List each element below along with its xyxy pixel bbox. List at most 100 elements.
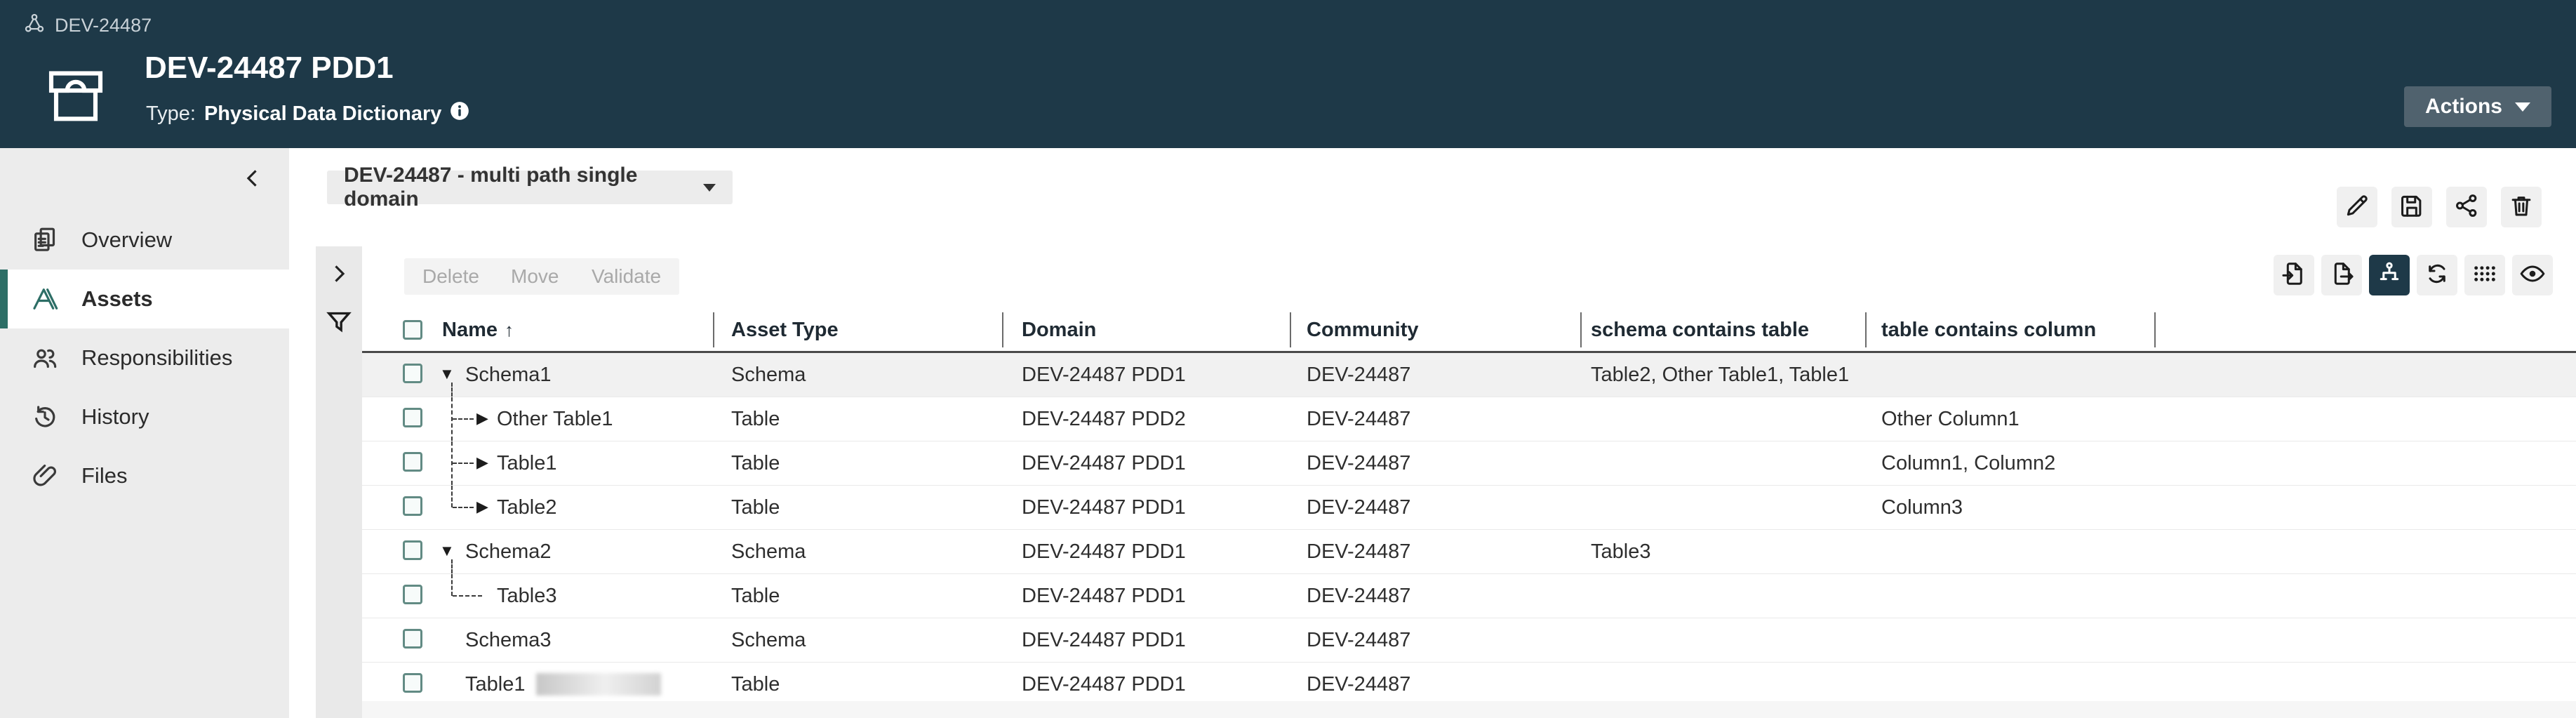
sidebar-item-files[interactable]: Files bbox=[0, 446, 289, 505]
table-row[interactable]: Table1 Table DEV-24487 PDD1 DEV-24487 bbox=[362, 663, 2576, 707]
row-checkbox[interactable] bbox=[403, 452, 422, 472]
column-label: Community bbox=[1307, 319, 1419, 341]
row-checkbox[interactable] bbox=[403, 364, 422, 383]
collapse-icon[interactable]: ▼ bbox=[439, 365, 455, 383]
view-selector[interactable]: DEV-24487 - multi path single domain bbox=[327, 171, 733, 204]
row-checkbox[interactable] bbox=[403, 585, 422, 604]
column-separator[interactable] bbox=[1865, 312, 1867, 347]
cell-community: DEV-24487 bbox=[1307, 673, 1410, 696]
filter-icon[interactable] bbox=[325, 308, 353, 340]
cell-asset_type: Table bbox=[731, 585, 780, 608]
expand-panel-icon[interactable] bbox=[326, 262, 350, 289]
type-value: Physical Data Dictionary bbox=[204, 102, 441, 126]
info-icon[interactable] bbox=[450, 101, 469, 126]
column-separator[interactable] bbox=[1580, 312, 1582, 347]
move-button[interactable]: Move bbox=[493, 258, 577, 295]
table-row[interactable]: Schema3SchemaDEV-24487 PDD1DEV-24487 bbox=[362, 618, 2576, 663]
sidebar-item-assets[interactable]: Assets bbox=[0, 270, 289, 328]
column-separator[interactable] bbox=[1002, 312, 1003, 347]
cell-name[interactable]: Schema2 bbox=[465, 540, 552, 564]
asset-name: Table2 bbox=[497, 496, 556, 519]
refresh-button[interactable] bbox=[2417, 255, 2457, 295]
row-checkbox[interactable] bbox=[403, 408, 422, 427]
page-title: DEV-24487 PDD1 bbox=[145, 51, 394, 86]
cell-community: DEV-24487 bbox=[1307, 496, 1410, 519]
tree-connector bbox=[453, 418, 474, 420]
column-separator[interactable] bbox=[2154, 312, 2156, 347]
cell-asset_type: Table bbox=[731, 496, 780, 519]
cell-domain: DEV-24487 PDD1 bbox=[1022, 496, 1186, 519]
cell-name[interactable]: Table1 bbox=[497, 452, 556, 475]
row-checkbox[interactable] bbox=[403, 629, 422, 649]
chevron-down-icon bbox=[703, 184, 716, 192]
cell-value: DEV-24487 bbox=[1307, 629, 1410, 651]
table-row[interactable]: ▼Schema1SchemaDEV-24487 PDD1DEV-24487Tab… bbox=[362, 353, 2576, 397]
actions-label: Actions bbox=[2425, 95, 2502, 119]
cell-name[interactable]: Other Table1 bbox=[497, 408, 613, 431]
cell-value: DEV-24487 PDD1 bbox=[1022, 364, 1186, 386]
cell-asset_type: Schema bbox=[731, 540, 806, 564]
save-button[interactable] bbox=[2391, 187, 2432, 227]
cell-name[interactable]: Schema1 bbox=[465, 364, 552, 387]
cell-community: DEV-24487 bbox=[1307, 585, 1410, 608]
column-header-schema_contains_table[interactable]: schema contains table bbox=[1591, 319, 1809, 342]
column-header-name[interactable]: Name↑ bbox=[442, 319, 514, 342]
asset-name: Other Table1 bbox=[497, 408, 613, 430]
column-separator[interactable] bbox=[1290, 312, 1291, 347]
eye-button[interactable] bbox=[2512, 255, 2553, 295]
column-header-domain[interactable]: Domain bbox=[1022, 319, 1096, 342]
table-row[interactable]: ▼Schema2SchemaDEV-24487 PDD1DEV-24487Tab… bbox=[362, 530, 2576, 574]
cell-table_contains_column: Column3 bbox=[1881, 496, 1963, 519]
column-separator[interactable] bbox=[713, 312, 714, 347]
edit-button[interactable] bbox=[2337, 187, 2377, 227]
export-button[interactable] bbox=[2321, 255, 2362, 295]
cell-value: Schema bbox=[731, 629, 806, 651]
column-header-asset_type[interactable]: Asset Type bbox=[731, 319, 839, 342]
people-icon bbox=[29, 344, 60, 372]
sidebar-collapse-icon[interactable] bbox=[241, 166, 265, 194]
grid-button[interactable] bbox=[2464, 255, 2505, 295]
actions-button[interactable]: Actions bbox=[2404, 86, 2551, 127]
table-row[interactable]: ▶Other Table1TableDEV-24487 PDD2DEV-2448… bbox=[362, 397, 2576, 441]
column-header-table_contains_column[interactable]: table contains column bbox=[1881, 319, 2096, 342]
column-label: Asset Type bbox=[731, 319, 839, 341]
row-checkbox[interactable] bbox=[403, 496, 422, 516]
sidebar-item-history[interactable]: History bbox=[0, 387, 289, 446]
cell-value: Table bbox=[731, 673, 780, 696]
cell-asset_type: Table bbox=[731, 452, 780, 475]
hierarchy-button[interactable] bbox=[2369, 255, 2410, 295]
cell-value: DEV-24487 bbox=[1307, 408, 1410, 430]
cell-name[interactable]: Table2 bbox=[497, 496, 556, 519]
validate-button[interactable]: Validate bbox=[573, 258, 679, 295]
select-all-checkbox[interactable] bbox=[403, 320, 422, 340]
data-dictionary-icon bbox=[46, 66, 105, 128]
delete-button[interactable] bbox=[2501, 187, 2542, 227]
refresh-icon bbox=[2424, 260, 2450, 291]
sort-asc-icon: ↑ bbox=[505, 319, 514, 340]
relation-arrow-icon: ▶ bbox=[476, 453, 488, 472]
column-header-community[interactable]: Community bbox=[1307, 319, 1419, 342]
community-icon bbox=[24, 13, 45, 39]
cell-value: Table bbox=[731, 496, 780, 519]
cell-value: Table3 bbox=[1591, 540, 1650, 563]
collapse-icon[interactable]: ▼ bbox=[439, 542, 455, 560]
table-row[interactable]: ▶Table2TableDEV-24487 PDD1DEV-24487Colum… bbox=[362, 486, 2576, 530]
table-row[interactable]: ▶Table1TableDEV-24487 PDD1DEV-24487Colum… bbox=[362, 441, 2576, 486]
cell-name[interactable]: Table1 bbox=[465, 673, 661, 696]
cell-name[interactable]: Schema3 bbox=[465, 629, 552, 652]
redacted-text bbox=[536, 673, 661, 696]
delete-button[interactable]: Delete bbox=[404, 258, 498, 295]
import-button[interactable] bbox=[2274, 255, 2314, 295]
share-button[interactable] bbox=[2446, 187, 2487, 227]
row-checkbox[interactable] bbox=[403, 673, 422, 693]
cell-table_contains_column: Column1, Column2 bbox=[1881, 452, 2055, 475]
sidebar-item-overview[interactable]: Overview bbox=[0, 211, 289, 270]
cell-name[interactable]: Table3 bbox=[497, 585, 556, 608]
table-view-toolbar bbox=[2274, 255, 2553, 295]
cell-value: DEV-24487 PDD1 bbox=[1022, 673, 1186, 696]
cell-community: DEV-24487 bbox=[1307, 540, 1410, 564]
breadcrumb[interactable]: DEV-24487 bbox=[24, 13, 152, 39]
row-checkbox[interactable] bbox=[403, 540, 422, 560]
table-row[interactable]: Table3TableDEV-24487 PDD1DEV-24487 bbox=[362, 574, 2576, 618]
sidebar-item-responsibilities[interactable]: Responsibilities bbox=[0, 328, 289, 387]
